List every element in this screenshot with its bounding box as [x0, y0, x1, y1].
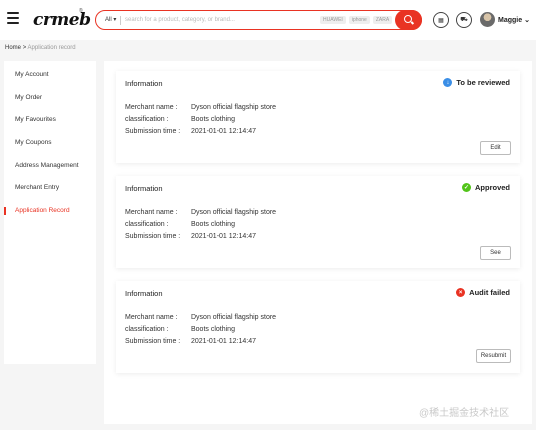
field-value: Boots clothing — [191, 221, 235, 228]
search-category-select[interactable]: All ▾ — [105, 16, 116, 23]
field-label: Merchant name : — [125, 104, 178, 111]
field-label: classification : — [125, 221, 169, 228]
sidebar-item-my-favourites[interactable]: My Favourites — [15, 116, 56, 123]
download-icon: ↓ — [443, 78, 453, 87]
search-bar: All ▾ search for a product, category, or… — [95, 10, 422, 30]
top-header: crmeb ® All ▾ search for a product, cate… — [0, 0, 536, 40]
field-value: Boots clothing — [191, 326, 235, 333]
hot-tag[interactable]: HUAWEI — [320, 16, 346, 24]
status-label: To be reviewed — [456, 78, 510, 87]
record-card: Information ↓ To be reviewed Merchant na… — [116, 71, 520, 163]
field-value: Dyson official flagship store — [191, 104, 277, 111]
submission-time-row: Submission time : 2021-01-01 12:14:47 — [125, 338, 256, 345]
field-label: classification : — [125, 326, 169, 333]
hot-tag[interactable]: ZARA — [372, 16, 393, 24]
chevron-down-icon: ⌄ — [524, 17, 530, 24]
search-hot-tags: HUAWEI iphone ZARA — [320, 16, 393, 24]
status-label: Audit failed — [469, 288, 510, 297]
field-value: Dyson official flagship store — [191, 314, 277, 321]
watermark: @稀土掘金技术社区 — [419, 408, 510, 419]
search-button[interactable] — [395, 10, 422, 30]
status-badge: ↓ To be reviewed — [443, 78, 510, 87]
submission-time-row: Submission time : 2021-01-01 12:14:47 — [125, 128, 256, 135]
sidebar-item-my-account[interactable]: My Account — [15, 71, 49, 78]
card-title: Information — [125, 289, 163, 298]
search-divider — [120, 16, 121, 25]
card-title: Information — [125, 184, 163, 193]
merchant-name-row: Merchant name : Dyson official flagship s… — [125, 209, 276, 216]
field-label: Submission time : — [125, 128, 181, 135]
hot-tag[interactable]: iphone — [348, 16, 370, 24]
classification-row: classification : Boots clothing — [125, 116, 235, 123]
card-title: Information — [125, 79, 163, 88]
status-badge: × Audit failed — [456, 288, 510, 297]
field-value: Dyson official flagship store — [191, 209, 277, 216]
account-sidebar: My Account My Order My Favourites My Cou… — [4, 61, 96, 364]
username[interactable]: Maggie ⌄ — [498, 16, 530, 24]
record-card: Information × Audit failed Merchant name… — [116, 281, 520, 373]
field-label: Merchant name : — [125, 209, 178, 216]
field-value: 2021-01-01 12:14:47 — [191, 338, 256, 345]
registered-mark: ® — [79, 8, 83, 14]
sidebar-item-address-management[interactable]: Address Management — [15, 162, 79, 169]
menu-icon[interactable] — [7, 12, 19, 24]
cart-icon[interactable]: ⛟ — [456, 12, 472, 28]
active-indicator — [4, 207, 6, 215]
username-label: Maggie — [498, 17, 523, 24]
status-badge: ✓ Approved — [461, 183, 510, 192]
check-icon: ✓ — [461, 183, 471, 192]
close-icon: × — [456, 288, 466, 297]
merchant-name-row: Merchant name : Dyson official flagship s… — [125, 314, 276, 321]
merchant-name-row: Merchant name : Dyson official flagship s… — [125, 104, 276, 111]
field-label: Submission time : — [125, 338, 181, 345]
see-button[interactable]: See — [480, 246, 511, 260]
breadcrumb-separator: > — [22, 45, 27, 51]
status-label: Approved — [474, 183, 510, 192]
submission-time-row: Submission time : 2021-01-01 12:14:47 — [125, 233, 256, 240]
sidebar-item-my-order[interactable]: My Order — [15, 94, 42, 101]
field-value: 2021-01-01 12:14:47 — [191, 128, 256, 135]
field-label: classification : — [125, 116, 169, 123]
field-value: Boots clothing — [191, 116, 235, 123]
search-input[interactable]: search for a product, category, or brand… — [125, 17, 235, 23]
search-icon-handle — [410, 21, 415, 25]
field-label: Merchant name : — [125, 314, 178, 321]
breadcrumb-current: Application record — [27, 45, 76, 51]
classification-row: classification : Boots clothing — [125, 221, 235, 228]
application-record-panel: Information ↓ To be reviewed Merchant na… — [104, 61, 532, 424]
classification-row: classification : Boots clothing — [125, 326, 235, 333]
sidebar-item-application-record[interactable]: Application Record — [15, 207, 70, 214]
edit-button[interactable]: Edit — [480, 141, 511, 155]
record-card: Information ✓ Approved Merchant name : Dy… — [116, 176, 520, 268]
breadcrumb: Home > Application record — [5, 45, 76, 51]
field-value: 2021-01-01 12:14:47 — [191, 233, 256, 240]
sidebar-item-merchant-entry[interactable]: Merchant Entry — [15, 184, 59, 191]
field-label: Submission time : — [125, 233, 181, 240]
store-icon[interactable]: ▦ — [433, 12, 449, 28]
breadcrumb-home[interactable]: Home — [5, 45, 21, 51]
resubmit-button[interactable]: Resubmit — [476, 349, 511, 363]
sidebar-item-my-coupons[interactable]: My Coupons — [15, 139, 52, 146]
avatar[interactable] — [480, 12, 495, 27]
